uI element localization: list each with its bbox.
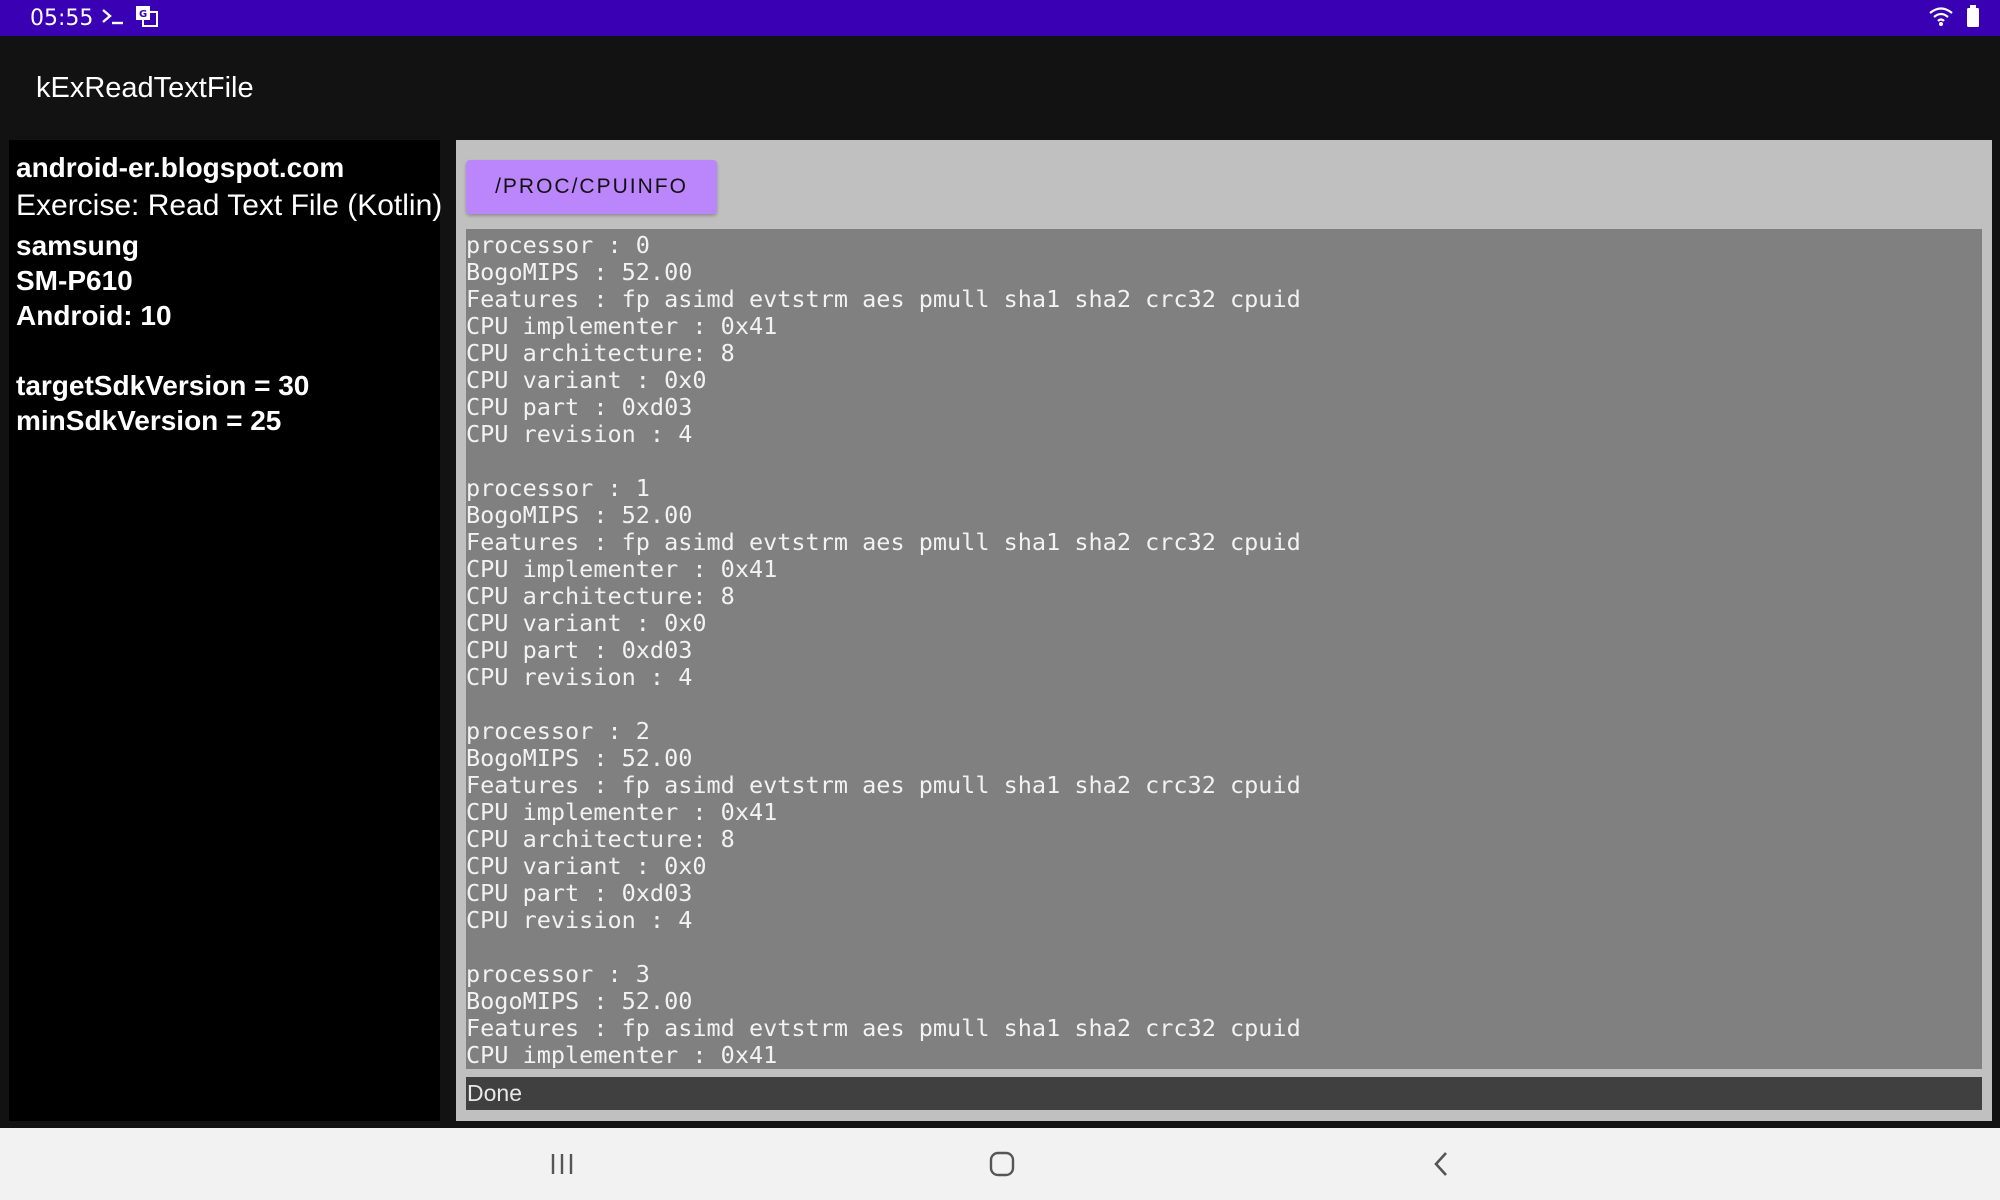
device-info: samsung SM-P610 Android: 10 targetSdkVer…	[16, 230, 310, 436]
back-icon[interactable]	[1382, 1128, 1502, 1200]
right-panel: /PROC/CPUINFO processor : 0 BogoMIPS : 5…	[456, 140, 1992, 1121]
navigation-bar	[0, 1128, 2000, 1200]
cpuinfo-output: processor : 0 BogoMIPS : 52.00 Features …	[466, 231, 1301, 1069]
translate-icon: G	[135, 4, 159, 33]
exercise-label: Exercise: Read Text File (Kotlin)	[16, 189, 443, 222]
status-left: 05:55 G	[30, 4, 159, 33]
home-icon[interactable]	[942, 1128, 1062, 1200]
status-text: Done	[466, 1077, 1982, 1110]
left-panel: android-er.blogspot.com Exercise: Read T…	[9, 140, 443, 1121]
status-bar: 05:55 G	[0, 0, 2000, 36]
output-text-area[interactable]: processor : 0 BogoMIPS : 52.00 Features …	[466, 229, 1982, 1069]
app-bar: kExReadTextFile	[0, 36, 2000, 140]
app-title: kExReadTextFile	[36, 71, 254, 104]
status-right	[1928, 5, 1980, 31]
wifi-icon	[1928, 5, 1954, 31]
recents-icon[interactable]	[502, 1128, 622, 1200]
status-time: 05:55	[30, 5, 94, 31]
svg-text:G: G	[139, 9, 147, 20]
cpuinfo-button[interactable]: /PROC/CPUINFO	[466, 160, 717, 214]
site-label: android-er.blogspot.com	[16, 152, 345, 183]
battery-icon	[1966, 5, 1980, 31]
terminal-icon	[101, 6, 127, 31]
